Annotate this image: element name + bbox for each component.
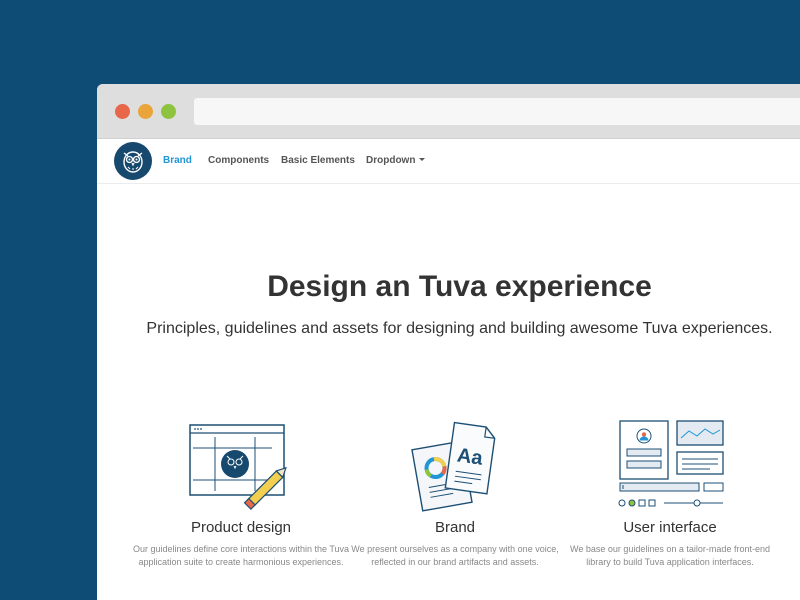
navbar: Brand Components Basic Elements Dropdown [97,139,800,184]
feature-user-interface[interactable]: User interface We base our guidelines on… [560,419,780,567]
nav-dropdown-label: Dropdown [366,155,416,166]
close-window-button[interactable] [115,104,130,119]
brand-icon: Aa [411,421,496,512]
feature-description: Our guidelines define core interactions … [132,544,350,567]
nav-basic-elements[interactable]: Basic Elements [281,155,355,166]
browser-chrome [97,84,800,139]
feature-title: User interface [623,519,717,536]
feature-product-design[interactable]: Product design Our guidelines define cor… [131,419,351,567]
owl-logo-icon[interactable] [114,142,152,180]
nav-brand[interactable]: Brand [163,155,192,166]
hero-title: Design an Tuva experience [267,270,652,303]
maximize-window-button[interactable] [161,104,176,119]
user-interface-icon [618,420,724,507]
feature-title: Product design [190,519,292,536]
address-bar[interactable] [194,98,800,125]
minimize-window-button[interactable] [138,104,153,119]
product-design-icon [189,424,287,511]
nav-components[interactable]: Components [208,155,269,166]
brand-icon-text: Aa [456,444,485,469]
feature-description: We present ourselves as a company with o… [351,544,559,567]
feature-brand[interactable]: Aa Brand We present ourselves as a compa… [345,419,565,567]
hero-subtitle: Principles, guidelines and assets for de… [146,320,773,337]
nav-dropdown[interactable]: Dropdown [366,155,426,166]
feature-description: We base our guidelines on a tailor-made … [570,544,770,567]
caret-down-icon [419,158,426,161]
feature-title: Brand [434,519,476,536]
browser-window: Brand Components Basic Elements Dropdown… [97,84,800,600]
